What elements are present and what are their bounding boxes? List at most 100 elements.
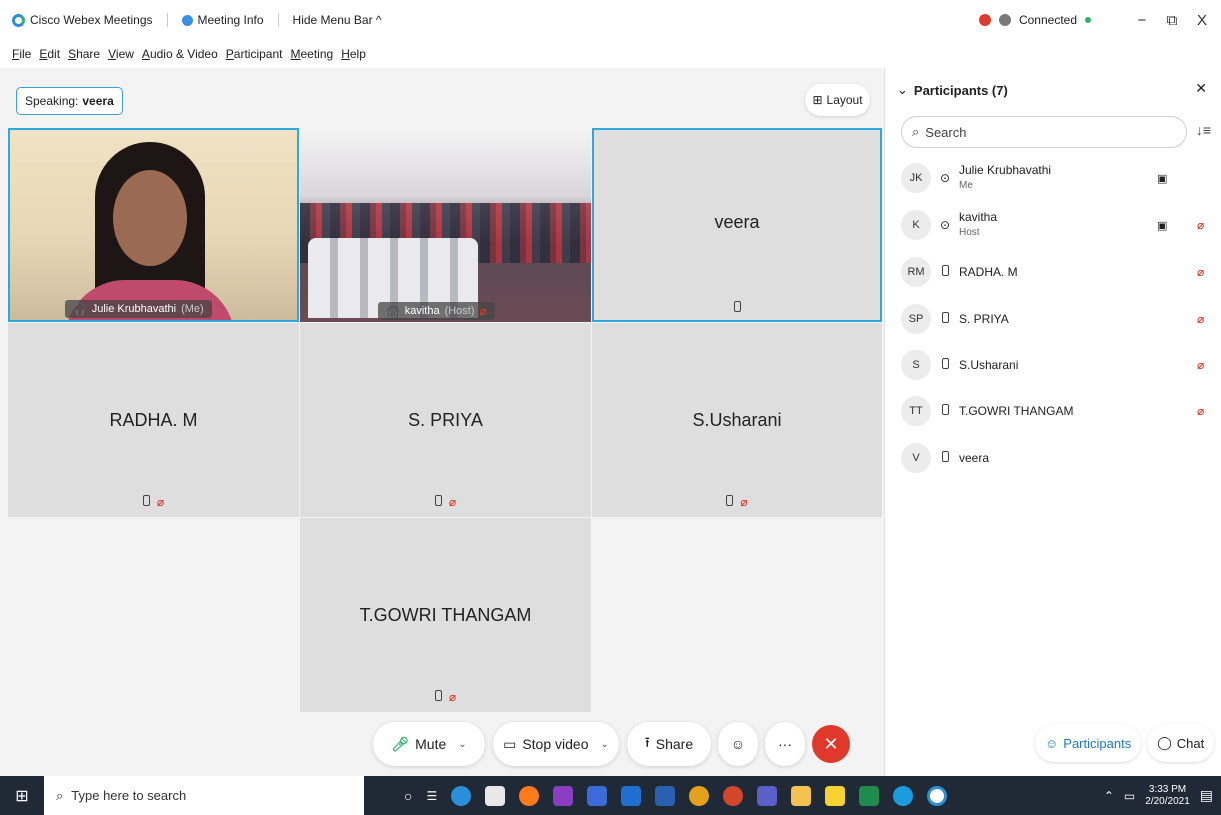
muted-mic-icon[interactable]: ⌀ [1197,312,1204,326]
menu-edit[interactable]: Edit [39,47,60,61]
notification-icon[interactable]: ▤ [1200,787,1213,804]
phone-icon [434,495,442,506]
meeting-info-button[interactable]: Meeting Info [181,13,264,27]
reactions-button[interactable]: ☺ [718,722,758,766]
webex-taskbar-icon[interactable] [927,785,948,806]
close-icon: ✕ [823,733,839,754]
outlook-icon[interactable] [621,785,642,806]
battery-icon[interactable]: ▭ [1124,789,1135,803]
video-tile-radha[interactable]: RADHA. M ⌀ [8,323,299,517]
chevron-down-icon[interactable]: ⌄ [601,739,609,750]
participant-name: Julie Krubhavathi [959,163,1052,177]
participant-name: T.GOWRI THANGAM [959,404,1074,418]
avatar: K [901,210,931,240]
audio-icon: 🎧 [386,305,400,318]
video-tile-priya[interactable]: S. PRIYA ⌀ [300,323,591,517]
video-camera-icon: ▭ [503,735,517,752]
close-window-button[interactable]: X [1191,12,1213,29]
menu-meeting[interactable]: Meeting [291,47,334,61]
chevron-down-icon[interactable]: ⌄ [897,82,908,98]
restore-button[interactable]: ⧉ [1161,12,1183,29]
video-tile-gowri[interactable]: T.GOWRI THANGAM ⌀ [300,518,591,712]
avatar: SP [901,304,931,334]
participant-row-radha[interactable]: RM RADHA. M ⌀ [901,254,1204,290]
chevron-down-icon[interactable]: ⌄ [458,739,466,750]
mute-button[interactable]: 🎤︎ Mute ⌄ [373,722,485,766]
muted-mic-icon[interactable]: ⌀ [1197,265,1204,279]
taskbar-search-input[interactable]: ⌕ Type here to search [44,776,364,815]
video-tile-veera[interactable]: veera [592,128,882,322]
end-meeting-button[interactable]: ✕ [812,725,850,763]
menu-participant[interactable]: Participant [226,47,283,61]
info-icon [181,14,193,26]
menu-view[interactable]: View [108,47,134,61]
video-camera-icon: ▣ [1157,172,1168,185]
menu-audio-video[interactable]: Audio & Video [142,47,218,61]
phone-icon [434,690,442,701]
muted-mic-icon: ⌀ [156,495,165,509]
file-explorer-icon[interactable] [791,785,812,806]
skype-icon[interactable] [893,785,914,806]
teams-icon[interactable] [757,785,778,806]
tab-chat[interactable]: ◯ Chat [1147,724,1215,762]
windows-taskbar: ⊞ ⌕ Type here to search ○ ☰ ⌃ ▭ 3:33 PM … [0,776,1221,815]
participant-row-kavitha[interactable]: K ⊙ kavitha Host ▣ ⌀ [901,207,1204,243]
menu-file[interactable]: File [12,47,31,61]
stop-video-button[interactable]: ▭ Stop video ⌄ [493,722,619,766]
task-view-icon[interactable]: ☰ [426,789,437,803]
excel-icon[interactable] [859,785,880,806]
recording-icon[interactable] [978,14,991,26]
chat-bubble-icon: ◯ [1157,735,1172,750]
word-icon[interactable] [655,785,676,806]
lock-icon[interactable] [998,14,1011,26]
participant-search-input[interactable]: ⌕ Search [901,116,1187,148]
video-tile-kavitha[interactable]: 🎧 kavitha (Host) ⌀ [300,128,591,322]
avatar: RM [901,257,931,287]
sort-icon[interactable]: ↓≡ [1196,122,1211,138]
connection-status: Connected [1018,13,1077,27]
participant-name: kavitha [959,210,998,224]
chrome-icon[interactable] [689,785,710,806]
muted-mic-icon[interactable]: ⌀ [1197,358,1204,372]
panel-header[interactable]: ⌄ Participants (7) [897,82,1008,98]
cortana-icon[interactable]: ○ [404,788,412,804]
active-speaker-name: veera [82,94,114,108]
sticky-notes-icon[interactable] [825,785,846,806]
tab-participants[interactable]: ☺︎ Participants [1035,724,1142,762]
participant-row-julie[interactable]: JK ⊙ Julie Krubhavathi Me ▣ [901,160,1201,196]
edge-icon[interactable] [451,785,472,806]
store-icon[interactable] [485,785,506,806]
participant-row-priya[interactable]: SP S. PRIYA ⌀ [901,301,1204,337]
minimize-button[interactable]: − [1131,12,1153,29]
tile-name-label: 🎧 kavitha (Host) ⌀ [378,302,495,320]
media-icon[interactable] [587,785,608,806]
share-button[interactable]: ⭱ Share [627,722,711,766]
layout-button[interactable]: ⊞ Layout [805,84,870,116]
smiley-icon: ☺ [730,736,746,752]
menu-share[interactable]: Share [68,47,100,61]
windows-start-button[interactable]: ⊞ [0,776,44,815]
onenote-icon[interactable] [553,785,574,806]
video-tile-usharani[interactable]: S.Usharani ⌀ [592,323,882,517]
muted-mic-icon: ⌀ [740,495,748,509]
video-tile-julie[interactable]: 🎧 Julie Krubhavathi (Me) [8,128,299,322]
participant-role: Me [959,180,973,191]
participant-row-veera[interactable]: V veera [901,440,1201,476]
menu-help[interactable]: Help [341,47,366,61]
close-panel-button[interactable]: ✕ [1195,80,1207,97]
tile-name: T.GOWRI THANGAM [359,604,532,625]
participant-row-usharani[interactable]: S S.Usharani ⌀ [901,347,1204,383]
powerpoint-icon[interactable] [723,785,744,806]
hide-menu-bar-button[interactable]: Hide Menu Bar ^ [293,13,382,27]
more-icon: ··· [778,736,792,752]
taskbar-clock[interactable]: 3:33 PM 2/20/2021 [1145,784,1190,808]
audio-icon: ⊙ [939,171,951,185]
microphone-icon: 🎤︎ [391,735,410,752]
firefox-icon[interactable] [519,785,540,806]
chevron-up-icon[interactable]: ⌃ [1104,789,1114,803]
muted-mic-icon[interactable]: ⌀ [1197,218,1204,232]
more-options-button[interactable]: ··· [765,722,805,766]
divider [277,13,279,27]
muted-mic-icon[interactable]: ⌀ [1197,404,1204,418]
participant-row-gowri[interactable]: TT T.GOWRI THANGAM ⌀ [901,393,1204,429]
